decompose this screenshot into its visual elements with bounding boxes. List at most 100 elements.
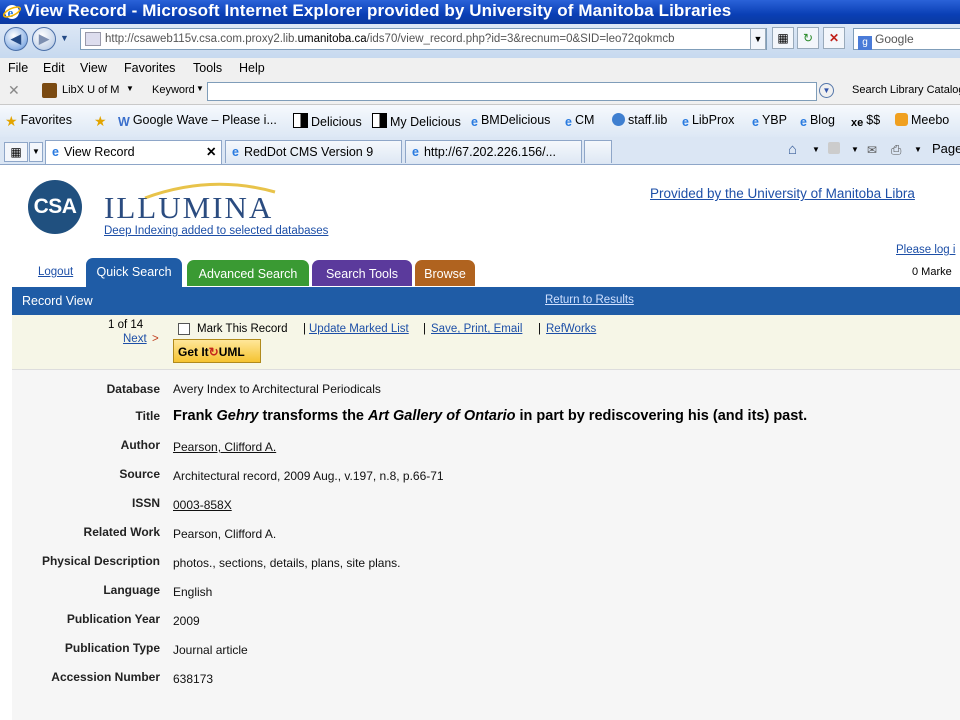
title-part: Gehry xyxy=(216,408,259,424)
compatibility-view-button[interactable]: ▦ xyxy=(772,27,794,49)
deep-indexing-link[interactable]: Deep Indexing added to selected database… xyxy=(104,225,328,237)
mail-icon[interactable]: ✉ xyxy=(867,143,877,157)
get-it-uml-button[interactable]: Get It↻UML xyxy=(173,339,261,363)
url-host: umanitoba.ca xyxy=(297,33,367,45)
fav-staff-lib[interactable]: staff.lib xyxy=(612,113,667,127)
field-label: Publication Year xyxy=(66,612,160,626)
stop-button[interactable]: ✕ xyxy=(823,27,845,49)
field-value-publication-type: Journal article xyxy=(173,643,248,657)
page-favicon-icon xyxy=(85,31,101,46)
home-dropdown-icon[interactable]: ▼ xyxy=(812,145,820,154)
fav-my-delicious[interactable]: My Delicious xyxy=(372,113,461,129)
search-placeholder: Google xyxy=(875,32,914,46)
fav-ybp[interactable]: e YBP xyxy=(752,113,787,129)
refworks-link[interactable]: RefWorks xyxy=(546,323,596,335)
mark-record-checkbox[interactable] xyxy=(178,323,190,335)
separator: | xyxy=(538,323,541,335)
xe-icon: xe xyxy=(851,117,864,129)
google-icon: g xyxy=(858,36,872,50)
fav-delicious[interactable]: Delicious xyxy=(293,113,362,129)
author-link[interactable]: Pearson, Clifford A. xyxy=(173,440,276,454)
field-value-source: Architectural record, 2009 Aug., v.197, … xyxy=(173,469,444,483)
nav-tab-search-tools[interactable]: Search Tools xyxy=(312,260,412,286)
separator: | xyxy=(303,323,306,335)
tab-reddot-cms[interactable]: e RedDot CMS Version 9 xyxy=(225,140,402,163)
next-record-link[interactable]: Next xyxy=(123,333,147,345)
separator: | xyxy=(423,323,426,335)
mark-record-label: Mark This Record xyxy=(197,323,288,335)
forward-button[interactable]: ▶ xyxy=(32,27,56,51)
fav-meebo[interactable]: Meebo xyxy=(895,113,949,127)
add-favorite-icon[interactable]: ★ xyxy=(94,113,107,130)
field-value-related-work: Pearson, Clifford A. xyxy=(173,527,277,541)
fav-google-wave[interactable]: W Google Wave – Please i... xyxy=(118,113,277,129)
compatibility-icon: ▦ xyxy=(777,31,789,45)
libx-toolbar: ✕ LibX U of M ▼ Keyword ▼ ▼ Search Libra… xyxy=(0,80,960,105)
fav-label: $$ xyxy=(866,113,881,127)
nav-tab-advanced-search[interactable]: Advanced Search xyxy=(187,260,309,286)
print-dropdown-icon[interactable]: ▼ xyxy=(914,145,922,154)
menu-favorites[interactable]: Favorites xyxy=(124,61,175,75)
fav-bmdelicious[interactable]: e BMDelicious xyxy=(471,113,551,129)
field-label: Physical Description xyxy=(41,554,160,568)
menu-tools[interactable]: Tools xyxy=(193,61,222,75)
delicious-icon xyxy=(293,113,308,128)
fav-xe[interactable]: xe $$ xyxy=(851,113,880,130)
nav-tab-browse[interactable]: Browse xyxy=(415,260,475,286)
back-button[interactable]: ◀ xyxy=(4,27,28,51)
menu-view[interactable]: View xyxy=(80,61,107,75)
libx-logo-icon xyxy=(42,83,57,98)
get-it-swirl-icon: ↻ xyxy=(208,345,219,359)
keyword-dropdown-icon[interactable]: ▼ xyxy=(196,84,204,93)
nav-tab-quick-search[interactable]: Quick Search xyxy=(86,258,182,288)
please-log-in-link[interactable]: Please log i xyxy=(896,244,955,256)
provided-by-link[interactable]: Provided by the University of Manitoba L… xyxy=(650,186,915,201)
libx-dropdown-icon[interactable]: ▼ xyxy=(126,84,134,93)
fav-label: BMDelicious xyxy=(480,113,551,127)
title-part: Art Gallery of Ontario xyxy=(368,408,516,424)
history-dropdown-icon[interactable]: ▼ xyxy=(60,33,69,43)
favorites-button[interactable]: ★ Favorites xyxy=(5,113,72,129)
keyword-dropdown[interactable]: Keyword xyxy=(152,84,195,96)
back-arrow-icon: ◀ xyxy=(11,31,21,46)
fav-libprox[interactable]: e LibProx xyxy=(682,113,734,129)
search-library-catalog[interactable]: Search Library Catalog xyxy=(852,84,960,96)
logout-link[interactable]: Logout xyxy=(38,266,73,278)
new-tab-button[interactable] xyxy=(584,140,612,163)
ie-page-icon: e xyxy=(471,115,478,129)
close-tab-icon[interactable]: ✕ xyxy=(206,141,216,163)
libx-keyword-input[interactable] xyxy=(207,82,817,101)
print-icon[interactable]: ⎙ xyxy=(891,142,901,158)
search-go-icon[interactable]: ▼ xyxy=(819,83,834,98)
page-menu[interactable]: Page xyxy=(932,141,960,156)
fav-blog[interactable]: e Blog xyxy=(800,113,835,129)
menu-edit[interactable]: Edit xyxy=(43,61,65,75)
return-to-results-link[interactable]: Return to Results xyxy=(545,294,634,306)
issn-link[interactable]: 0003-858X xyxy=(173,498,232,512)
menu-help[interactable]: Help xyxy=(239,61,265,75)
fav-label: Google Wave – Please i... xyxy=(132,113,277,127)
fav-cm[interactable]: e CM xyxy=(565,113,594,129)
quick-tabs-icon[interactable]: ▦ xyxy=(4,142,28,162)
csa-logo[interactable]: CSA xyxy=(28,180,82,234)
refresh-button[interactable]: ↻ xyxy=(797,27,819,49)
close-toolbar-icon[interactable]: ✕ xyxy=(8,82,20,99)
tab-ip-address[interactable]: e http://67.202.226.156/... xyxy=(405,140,582,163)
update-marked-list-link[interactable]: Update Marked List xyxy=(309,323,409,335)
home-icon[interactable]: ⌂ xyxy=(788,141,797,158)
menu-file[interactable]: File xyxy=(8,61,28,75)
star-icon: ★ xyxy=(5,113,18,129)
field-value-physical-description: photos., sections, details, plans, site … xyxy=(173,556,401,570)
tab-list-icon[interactable]: ▼ xyxy=(29,142,43,162)
ie-page-icon: e xyxy=(232,145,239,159)
feeds-icon[interactable] xyxy=(828,142,840,154)
feeds-dropdown-icon[interactable]: ▼ xyxy=(851,145,859,154)
libx-name[interactable]: LibX U of M xyxy=(62,84,119,96)
address-dropdown-icon[interactable]: ▼ xyxy=(750,28,766,50)
address-input[interactable]: http://csaweb115v.csa.com.proxy2.lib.uma… xyxy=(80,28,767,50)
save-print-email-link[interactable]: Save, Print, Email xyxy=(431,323,522,335)
menu-bar: File Edit View Favorites Tools Help xyxy=(0,58,960,80)
search-input[interactable]: g Google xyxy=(853,28,960,50)
tab-label: http://67.202.226.156/... xyxy=(423,145,557,159)
tab-view-record[interactable]: e View Record ✕ xyxy=(45,140,222,164)
